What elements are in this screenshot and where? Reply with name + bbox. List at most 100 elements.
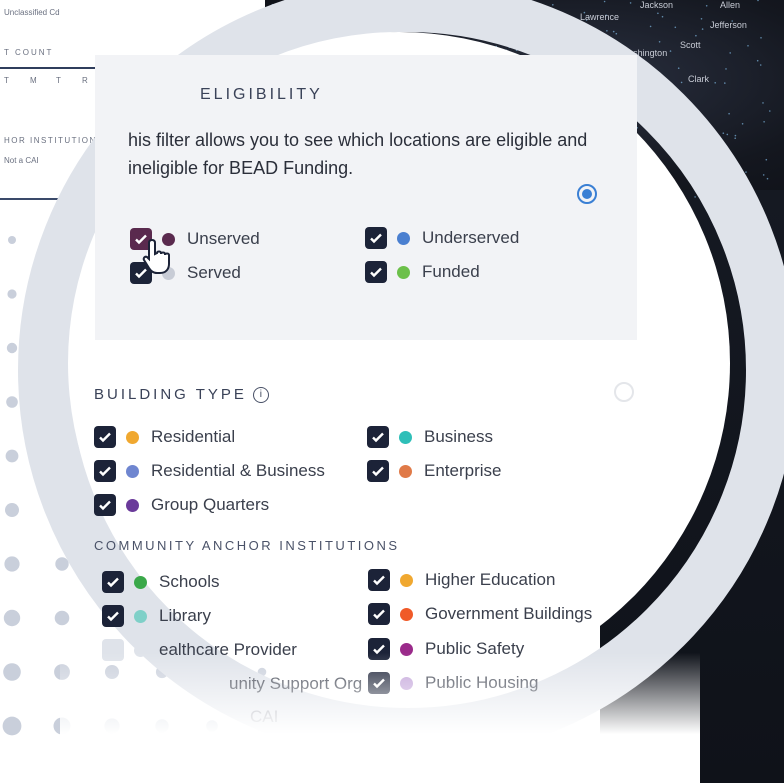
checkbox[interactable] (150, 673, 172, 695)
filter-label: ealthcare Provider (159, 640, 297, 659)
checkbox[interactable] (367, 426, 389, 448)
filter-item-residential-business[interactable]: Residential & Business (94, 460, 325, 482)
filter-item-cai[interactable]: CAI (250, 707, 278, 727)
filter-label: Public Housing (425, 673, 539, 692)
filter-item-residential[interactable]: Residential (94, 426, 235, 448)
color-dot (397, 265, 410, 279)
filter-label: Public Safety (425, 639, 525, 658)
checkbox[interactable] (94, 494, 116, 516)
map-location-dot (745, 171, 747, 173)
decorative-dot (54, 610, 70, 626)
decorative-dot (6, 396, 18, 408)
map-location-dot (669, 50, 672, 52)
map-label: Scott (680, 40, 701, 50)
decorative-dot (3, 663, 21, 681)
color-dot (134, 609, 147, 623)
filter-item-government-buildings[interactable]: Government Buildings (368, 603, 592, 625)
filter-item-underserved[interactable]: Underserved (365, 227, 519, 249)
eligibility-title: ELIGIBILITY (200, 86, 323, 103)
map-location-dot (615, 32, 618, 35)
eligibility-section (95, 55, 637, 340)
decorative-dot (8, 236, 16, 244)
filter-item-group-quarters[interactable]: Group Quarters (94, 494, 269, 516)
map-location-dot (661, 15, 664, 18)
map-location-dot (741, 123, 744, 125)
filter-item-higher-education[interactable]: Higher Education (368, 569, 555, 591)
bg-anchor-item: Not a CAI (4, 156, 39, 165)
color-dot (397, 231, 410, 245)
map-location-dot (606, 30, 608, 32)
map-location-dot (726, 133, 729, 136)
bg-tick: M (30, 76, 37, 85)
filter-item-schools[interactable]: Schools (102, 571, 219, 593)
map-location-dot (725, 68, 727, 70)
checkbox[interactable] (365, 227, 387, 249)
map-location-dot (701, 28, 704, 30)
checkbox[interactable] (94, 460, 116, 482)
color-dot (134, 575, 147, 589)
map-location-dot (724, 82, 726, 84)
decorative-dot (53, 717, 71, 735)
filter-label: Unserved (187, 229, 260, 248)
filter-item-public-housing[interactable]: Public Housing (368, 672, 538, 694)
map-location-dot (677, 67, 680, 69)
eligibility-description: his filter allows you to see which locat… (128, 130, 588, 178)
color-dot (400, 642, 413, 656)
filter-label: Served (187, 263, 241, 282)
checkbox[interactable] (368, 569, 390, 591)
eligibility-radio-selected[interactable] (577, 184, 597, 204)
checkbox[interactable] (102, 605, 124, 627)
decorative-dot (104, 718, 120, 734)
map-location-dot (674, 26, 677, 29)
checkbox[interactable] (367, 460, 389, 482)
bg-count-label: T COUNT (4, 48, 54, 57)
map-location-dot (657, 12, 659, 15)
filter-label: unity Support Org (229, 674, 363, 693)
color-dot (400, 676, 413, 690)
decorative-dot (3, 609, 21, 627)
filter-item-library[interactable]: Library (102, 605, 211, 627)
map-location-dot (747, 45, 749, 47)
checkbox[interactable] (368, 638, 390, 660)
map-location-dot (729, 52, 731, 54)
map-location-dot (765, 158, 768, 161)
filter-item-community-support-org[interactable]: unity Support Org (150, 673, 362, 695)
checkbox[interactable] (94, 426, 116, 448)
color-dot (126, 498, 139, 512)
bg-tick: T (56, 76, 61, 85)
map-location-dot (603, 0, 606, 3)
hand-pointer-icon (142, 238, 170, 274)
color-dot (134, 643, 147, 657)
checkbox[interactable] (102, 571, 124, 593)
map-location-dot (766, 177, 769, 180)
decorative-dot (6, 342, 18, 354)
decorative-dot (2, 716, 22, 736)
bg-legend-item: Unclassified Cd (4, 8, 60, 17)
filter-item-public-safety[interactable]: Public Safety (368, 638, 524, 660)
filter-label: Residential & Business (151, 461, 325, 480)
filter-item-funded[interactable]: Funded (365, 261, 480, 283)
filter-item-healthcare-provider[interactable]: ealthcare Provider (102, 639, 297, 661)
info-icon[interactable]: i (252, 387, 269, 404)
filter-item-enterprise[interactable]: Enterprise (367, 460, 501, 482)
building-type-radio[interactable] (614, 382, 634, 402)
map-label: Jackson (640, 0, 674, 10)
filter-item-business[interactable]: Business (367, 426, 493, 448)
map-location-dot (734, 134, 737, 137)
decorative-dot (7, 289, 17, 299)
bg-tick: R (82, 76, 88, 85)
checkbox[interactable] (368, 672, 390, 694)
bg-tick: T (4, 76, 9, 85)
checkbox[interactable] (102, 639, 124, 661)
filter-label: Enterprise (424, 461, 502, 480)
color-dot (400, 607, 413, 621)
map-location-dot (728, 112, 730, 115)
checkbox[interactable] (368, 603, 390, 625)
building-type-title: BUILDING TYPE i (94, 386, 269, 404)
color-dot (400, 573, 413, 587)
bg-anchor-label: HOR INSTITUTION (4, 136, 97, 145)
filter-label: Residential (151, 427, 236, 446)
map-location-dot (757, 0, 759, 2)
filter-label: Funded (422, 262, 480, 281)
checkbox[interactable] (365, 261, 387, 283)
